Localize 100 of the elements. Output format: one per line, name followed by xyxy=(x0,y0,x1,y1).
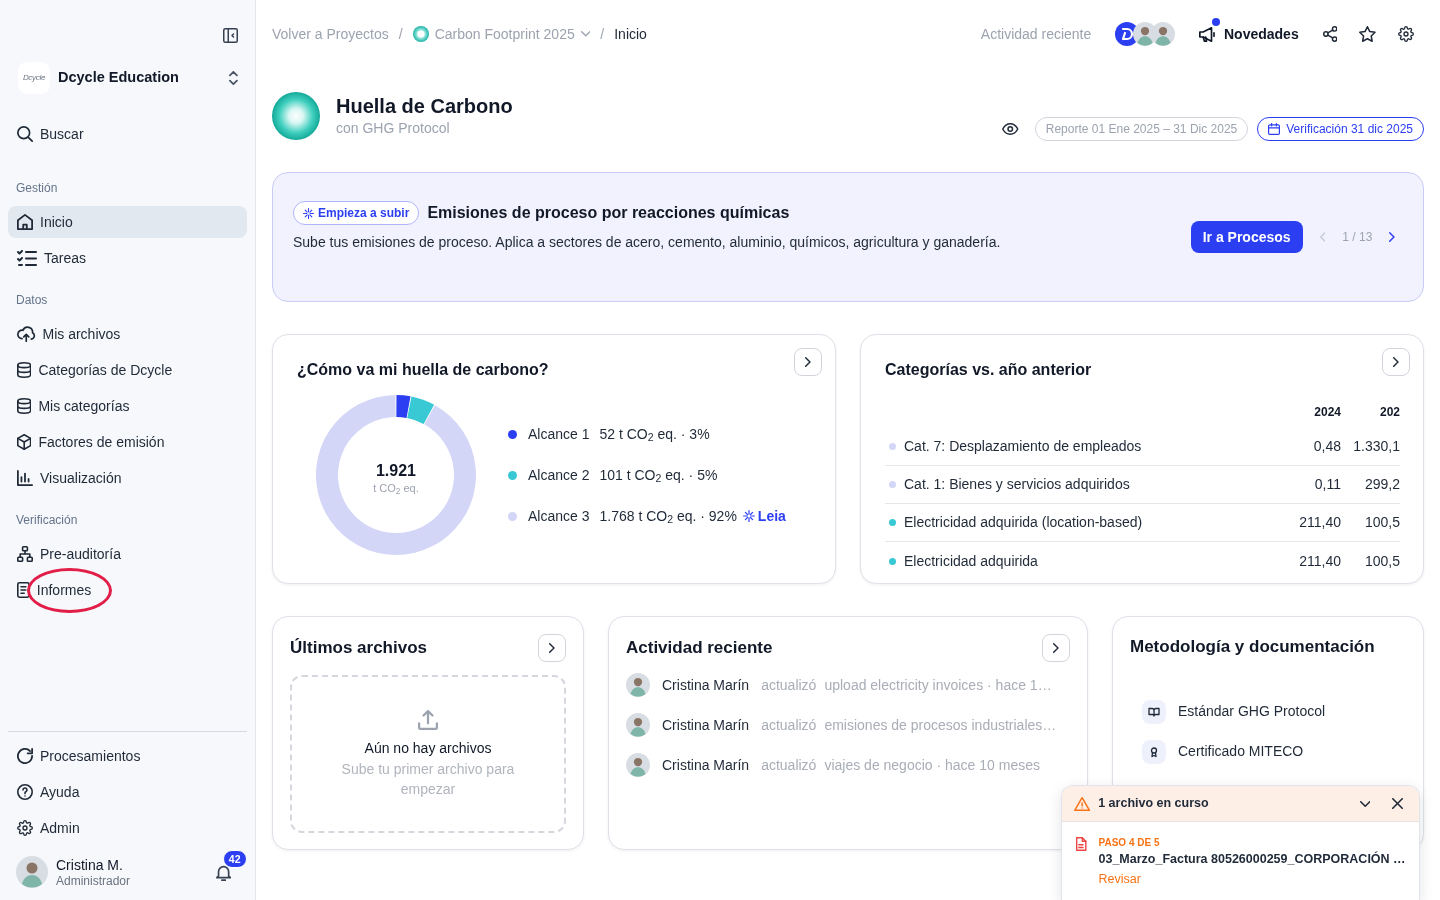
user-avatar xyxy=(626,713,650,737)
column-header: 2024 xyxy=(1313,404,1341,421)
open-button[interactable] xyxy=(794,348,822,376)
banner-text: Sube tus emisiones de proceso. Aplica a sectores de acero, cemento, aluminio, químicos, agricultura y ganadería. xyxy=(293,233,1001,252)
chevron-right-icon[interactable] xyxy=(1389,232,1395,242)
house-icon xyxy=(17,214,33,230)
sidebar-item[interactable]: Informes xyxy=(8,574,247,606)
activity-user: Cristina Marín xyxy=(662,755,750,775)
award-icon xyxy=(1142,739,1166,764)
table-cell-text: 211,40 xyxy=(1298,513,1341,532)
assistant-link[interactable]: Leia xyxy=(742,505,786,527)
upload-dropzone[interactable]: Aún no hay archivos Sube tu primer archivo para empezar xyxy=(290,675,566,833)
settings-icon xyxy=(17,820,33,836)
cube-icon xyxy=(17,434,32,450)
go-to-processes-button[interactable]: Ir a Procesos xyxy=(1190,221,1303,253)
checklist-icon xyxy=(17,250,37,266)
page-title: Huella de Carbono xyxy=(336,94,513,118)
eye-icon[interactable] xyxy=(1002,123,1019,135)
sidebar-item[interactable]: Visualización xyxy=(8,462,247,494)
sparkle-icon xyxy=(742,510,755,522)
chevron-right-icon xyxy=(549,643,555,653)
file-name: 03_Marzo_Factura 80526000259_CORPORACIÓN … xyxy=(1098,850,1406,868)
cloud-upload-icon xyxy=(17,326,36,342)
panel-title: Categorías vs. año anterior xyxy=(885,360,1092,380)
bell-icon[interactable] xyxy=(215,864,231,881)
category-name: Electricidad adquirida xyxy=(904,551,1038,571)
legend-label: Alcance 1 xyxy=(528,424,590,444)
breadcrumb-separator: / xyxy=(600,24,605,44)
chevron-up-down-icon[interactable] xyxy=(229,71,238,85)
column-header: 202 xyxy=(1378,404,1400,421)
workspace-name: Dcycle Education xyxy=(58,68,179,88)
sidebar-toggle-icon[interactable] xyxy=(223,28,238,43)
panel-title: Actividad reciente xyxy=(626,637,773,660)
settings-icon[interactable] xyxy=(1398,26,1414,42)
section-label: Verificación xyxy=(16,512,78,528)
chevron-right-icon xyxy=(1393,357,1399,367)
table-cell-text: 100,5 xyxy=(1363,551,1400,571)
sidebar-item[interactable]: Pre-auditoría xyxy=(8,538,247,570)
legend-value: 52 t CO$_{2}$ eq. · 3% xyxy=(599,424,710,445)
open-button[interactable] xyxy=(1042,634,1070,662)
search-button[interactable]: Buscar xyxy=(8,118,247,150)
document-link[interactable]: Estándar GHG Protocol xyxy=(1142,699,1326,724)
table-cell-text: 211,40 xyxy=(1298,551,1341,571)
user-avatar xyxy=(626,753,650,777)
panel-title: Últimos archivos xyxy=(290,637,427,660)
sidebar-item[interactable]: Mis archivos xyxy=(8,318,247,350)
donut-unit: t CO$_{2}$ eq. xyxy=(373,481,419,495)
activity-user: Cristina Marín xyxy=(662,675,750,695)
open-button[interactable] xyxy=(1382,348,1410,376)
activity-action: actualizó xyxy=(761,715,817,735)
ring-icon xyxy=(412,26,429,42)
sidebar-item[interactable]: Tareas xyxy=(8,242,247,274)
verification-date-button[interactable]: Verificación 31 dic 2025 xyxy=(1257,117,1424,141)
legend-label: Alcance 2 xyxy=(528,465,590,485)
tag-label: Empieza a subir xyxy=(318,205,410,222)
search-icon xyxy=(17,126,33,142)
warning-icon xyxy=(1074,796,1091,811)
sidebar-item[interactable]: Factores de emisión xyxy=(8,426,247,458)
category-name: Cat. 7: Desplazamiento de empleados xyxy=(904,437,1142,456)
news-button[interactable]: Novedades xyxy=(1199,23,1299,45)
activity-user: Cristina Marín xyxy=(662,715,750,735)
file-icon xyxy=(1076,837,1087,851)
user-avatar xyxy=(16,856,48,888)
user-avatar xyxy=(626,673,650,697)
project-logo-icon xyxy=(272,92,320,140)
collaborator-avatar xyxy=(1151,22,1176,46)
chevron-down-icon[interactable] xyxy=(1359,800,1370,807)
panel-title: Metodología y documentación xyxy=(1130,636,1375,658)
sidebar-item[interactable]: Ayuda xyxy=(8,776,247,808)
workspace-logo: Dcycle xyxy=(18,62,50,94)
close-icon[interactable] xyxy=(1392,798,1403,809)
sidebar-item[interactable]: Admin xyxy=(8,812,247,844)
category-name: Cat. 1: Bienes y servicios adquiridos xyxy=(904,475,1130,494)
upload-icon xyxy=(418,709,438,730)
table-cell-text: 0,48 xyxy=(1312,437,1341,456)
panel-title: ¿Cómo va mi huella de carbono? xyxy=(297,360,549,380)
share-icon[interactable] xyxy=(1322,26,1338,42)
book-icon xyxy=(1142,699,1166,724)
sidebar-item[interactable]: Mis categorías xyxy=(8,390,247,422)
activity-detail: viajes de negocio · hace 10 meses xyxy=(824,755,1040,775)
document-link[interactable]: Certificado MITECO xyxy=(1142,739,1304,764)
calendar-icon xyxy=(1268,123,1281,135)
activity-detail: emisiones de procesos industriales… xyxy=(824,715,1057,735)
section-label: Datos xyxy=(16,292,48,308)
help-icon xyxy=(17,784,33,800)
open-button[interactable] xyxy=(538,634,566,662)
sidebar-item[interactable]: Procesamientos xyxy=(8,740,247,772)
star-icon[interactable] xyxy=(1359,26,1376,42)
legend-label: Alcance 3 xyxy=(528,506,590,526)
breadcrumb-separator: / xyxy=(398,24,403,44)
pager-count: 1 / 13 xyxy=(1342,229,1373,246)
banner-title: Emisiones de proceso por reacciones químicas xyxy=(427,203,790,223)
database-icon xyxy=(17,398,32,414)
table-cell-text: 1.330,1 xyxy=(1352,437,1400,456)
sidebar-item[interactable]: Categorías de Dcycle xyxy=(8,354,247,386)
toast-title: 1 archivo en curso xyxy=(1098,795,1209,813)
activity-detail: upload electricity invoices · hace 1… xyxy=(824,675,1052,695)
sidebar-item[interactable]: Inicio xyxy=(8,206,247,238)
chevron-right-icon xyxy=(805,357,811,367)
legend-value: 1.768 t CO$_{2}$ eq. · 92% xyxy=(599,506,737,527)
